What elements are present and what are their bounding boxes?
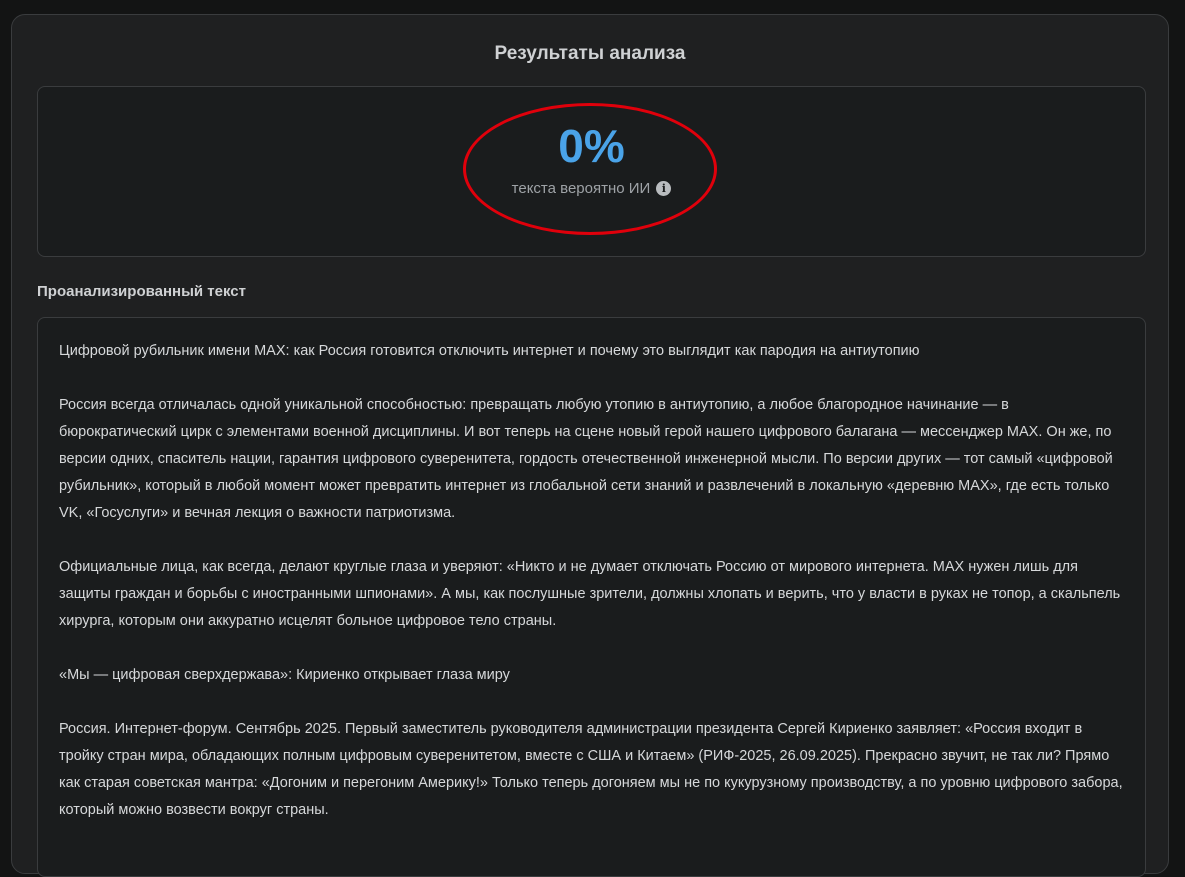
info-icon[interactable]: i (656, 181, 672, 196)
analyzed-text-box: Цифровой рубильник имени MAX: как Россия… (37, 317, 1146, 877)
results-panel: Результаты анализа 0% текста вероятно ИИ… (11, 14, 1169, 877)
analyzed-paragraph: Россия всегда отличалась одной уникально… (59, 397, 1113, 521)
analyzed-paragraph: Россия. Интернет-форум. Сентябрь 2025. П… (59, 721, 1123, 818)
ai-score-value: 0% (558, 120, 625, 172)
analyzed-text-label: Проанализированный текст (37, 283, 246, 300)
ai-score-card: 0% текста вероятно ИИ i (37, 86, 1146, 257)
analyzed-paragraph: Официальные лица, как всегда, делают кру… (59, 559, 1121, 629)
ai-score-caption: текста вероятно ИИ i (38, 179, 1145, 199)
analyzed-paragraph: Цифровой рубильник имени MAX: как Россия… (59, 343, 920, 359)
analyzed-paragraph: «Мы — цифровая сверхдержава»: Кириенко о… (59, 667, 510, 683)
ai-score-caption-text: текста вероятно ИИ (511, 180, 651, 197)
results-title: Результаты анализа (494, 43, 686, 64)
